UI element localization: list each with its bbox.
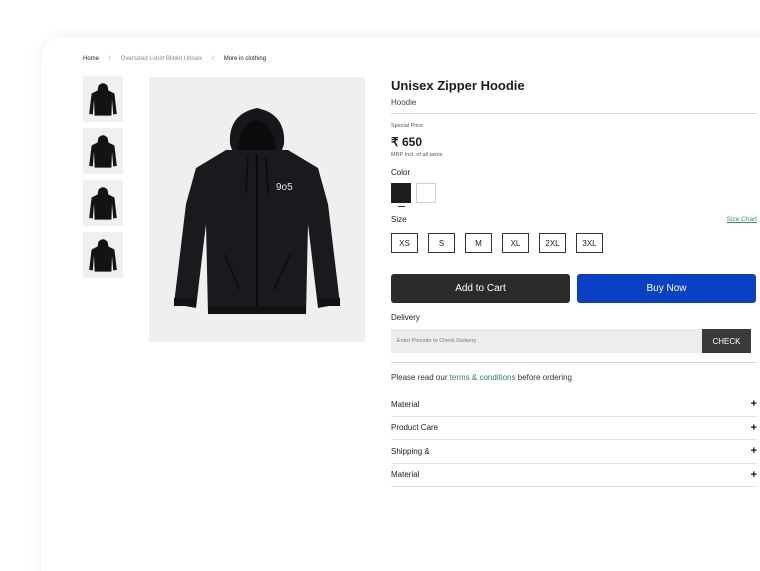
size-option-xs[interactable]: XS xyxy=(391,233,418,253)
thumbnail-1[interactable] xyxy=(83,76,123,122)
delivery-row: Enter Pincode to Check Delivery CHECK xyxy=(391,329,757,353)
thumbnail-4[interactable] xyxy=(83,232,123,278)
size-header: Size Size Chart xyxy=(391,215,757,224)
plus-icon[interactable]: + xyxy=(751,445,757,457)
breadcrumb-separator: / xyxy=(212,56,214,62)
breadcrumb-category[interactable]: Oversized t-shirt Blinkit Unisex xyxy=(121,56,202,62)
accordion-material[interactable]: Material + xyxy=(391,393,757,417)
hoodie-thumb-image xyxy=(89,239,117,272)
check-delivery-button[interactable]: CHECK xyxy=(702,329,751,353)
accordion-material-2[interactable]: Material + xyxy=(391,464,757,487)
size-option-xl[interactable]: XL xyxy=(502,233,529,253)
product-details: Unisex Zipper Hoodie Hoodie Special Pric… xyxy=(391,78,757,487)
purchase-actions: Add to Cart Buy Now xyxy=(391,274,757,303)
hoodie-thumb-image xyxy=(89,187,117,220)
size-option-s[interactable]: S xyxy=(428,233,455,253)
plus-icon[interactable]: + xyxy=(751,422,757,434)
color-label: Color xyxy=(391,168,411,177)
divider xyxy=(391,362,757,363)
info-accordion: Material + Product Care + Shipping & + M… xyxy=(391,393,757,487)
pincode-input[interactable]: Enter Pincode to Check Delivery xyxy=(391,329,702,353)
size-option-m[interactable]: M xyxy=(465,233,492,253)
thumbnail-list xyxy=(83,76,123,284)
product-main-image[interactable]: 9o5 xyxy=(149,77,365,342)
accordion-label: Shipping & xyxy=(391,446,430,456)
thumbnail-3[interactable] xyxy=(83,180,123,226)
size-label: Size xyxy=(391,215,407,224)
delivery-label: Delivery xyxy=(391,313,420,322)
plus-icon[interactable]: + xyxy=(751,469,757,481)
terms-link[interactable]: terms & conditions xyxy=(450,373,516,382)
divider xyxy=(391,113,757,114)
size-option-3xl[interactable]: 3XL xyxy=(576,233,603,253)
hoodie-thumb-image xyxy=(89,135,117,168)
terms-suffix: before ordering xyxy=(515,373,572,382)
product-title: Unisex Zipper Hoodie xyxy=(391,78,525,93)
color-swatches xyxy=(391,183,757,203)
terms-prefix: Please read our xyxy=(391,373,450,382)
hoodie-image: 9o5 xyxy=(174,107,340,314)
plus-icon[interactable]: + xyxy=(751,398,757,410)
size-chart-link[interactable]: Size Chart xyxy=(727,216,757,223)
thumbnail-2[interactable] xyxy=(83,128,123,174)
breadcrumb-home[interactable]: Home xyxy=(83,56,99,62)
accordion-shipping[interactable]: Shipping & + xyxy=(391,440,757,464)
breadcrumb-current[interactable]: More in clothing xyxy=(224,56,266,62)
product-subtitle: Hoodie xyxy=(391,98,417,107)
color-swatch-black[interactable] xyxy=(391,183,411,203)
size-options: XS S M XL 2XL 3XL xyxy=(391,233,757,253)
selected-swatch-indicator xyxy=(398,206,405,207)
color-swatch-white[interactable] xyxy=(416,183,436,203)
buy-now-button[interactable]: Buy Now xyxy=(577,274,756,303)
hoodie-thumb-image xyxy=(89,83,117,116)
accordion-product-care[interactable]: Product Care + xyxy=(391,417,757,440)
breadcrumb-separator: / xyxy=(109,56,111,62)
special-price-label: Special Price xyxy=(391,123,424,129)
accordion-label: Material xyxy=(391,399,420,409)
product-price: ₹ 650 xyxy=(391,135,422,149)
mrp-note: MRP Incl. of all taxes xyxy=(391,152,443,158)
size-option-2xl[interactable]: 2XL xyxy=(539,233,566,253)
breadcrumb: Home / Oversized t-shirt Blinkit Unisex … xyxy=(83,56,266,62)
add-to-cart-button[interactable]: Add to Cart xyxy=(391,274,570,303)
accordion-label: Product Care xyxy=(391,423,439,433)
terms-note: Please read our terms & conditions befor… xyxy=(391,373,757,382)
hoodie-logo: 9o5 xyxy=(276,182,293,193)
accordion-label: Material xyxy=(391,470,420,480)
